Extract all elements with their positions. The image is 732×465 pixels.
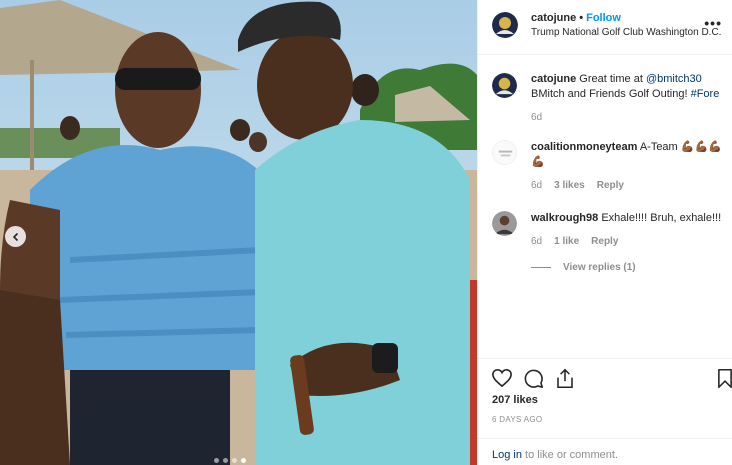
comment-username[interactable]: catojune (531, 73, 576, 85)
more-options-icon[interactable]: ••• (704, 15, 722, 31)
caption-text: catojune Great time at @bmitch30 BMitch … (531, 72, 731, 102)
avatar[interactable] (492, 12, 518, 38)
comment-time[interactable]: 6d (531, 236, 542, 247)
post-date[interactable]: 6 DAYS AGO (492, 415, 542, 424)
comment-username[interactable]: walkrough98 (531, 212, 598, 224)
carousel-prev-button[interactable] (5, 226, 26, 247)
separator-dot: • (579, 12, 584, 24)
avatar-image (492, 73, 517, 98)
comment-meta: 6d 3 likes Reply (531, 180, 624, 191)
comments-list: catojune Great time at @bmitch30 BMitch … (478, 55, 732, 358)
hashtag-link[interactable]: #Fore (691, 88, 720, 100)
like-count[interactable]: 207 likes (492, 394, 538, 406)
avatar-image (492, 12, 518, 38)
comment-icon[interactable] (523, 368, 544, 389)
mention-link[interactable]: @bmitch30 (646, 73, 702, 85)
comment-time[interactable]: 6d (531, 180, 542, 191)
avatar[interactable] (492, 211, 517, 236)
comment-time[interactable]: 6d (531, 112, 542, 123)
location-link[interactable]: Trump National Golf Club Washington D.C. (531, 27, 721, 38)
divider (531, 267, 551, 268)
post-photo (0, 0, 477, 465)
view-replies-label: View replies (1) (563, 262, 636, 273)
comment-meta: 6d 1 like Reply (531, 236, 618, 247)
carousel-dot[interactable] (214, 458, 219, 463)
reply-button[interactable]: Reply (597, 180, 624, 191)
comment-text: walkrough98 Exhale!!!! Bruh, exhale!!! (531, 211, 731, 226)
carousel-dot[interactable] (232, 458, 237, 463)
bookmark-icon[interactable] (717, 368, 732, 389)
photo-scene (0, 0, 477, 465)
login-prompt: Log in to like or comment. (478, 438, 732, 465)
comment-username[interactable]: coalitionmoneyteam (531, 141, 637, 153)
caption-line2: BMitch and Friends Golf Outing! (531, 88, 691, 100)
avatar[interactable] (492, 140, 517, 165)
follow-button[interactable]: Follow (586, 12, 621, 24)
post-actions: 207 likes 6 DAYS AGO Log in to like or c… (478, 358, 732, 465)
login-link[interactable]: Log in (492, 449, 522, 461)
carousel-dot[interactable] (223, 458, 228, 463)
login-rest: to like or comment. (521, 449, 618, 461)
header-user-line: catojune • Follow (531, 12, 621, 24)
post-header: catojune • Follow Trump National Golf Club… (478, 0, 732, 55)
header-username[interactable]: catojune (531, 12, 576, 24)
comment-text: coalitionmoneyteam A-Team 💪🏾💪🏾💪🏾💪🏾 (531, 140, 731, 170)
caption-prefix: Great time at (579, 73, 646, 85)
heart-icon[interactable] (491, 368, 513, 388)
avatar[interactable] (492, 73, 517, 98)
comment-likes[interactable]: 1 like (554, 236, 579, 247)
avatar-image (493, 141, 516, 164)
carousel-dots (214, 458, 246, 463)
chevron-left-icon (12, 232, 18, 241)
post-side-panel: catojune • Follow Trump National Golf Club… (477, 0, 732, 465)
comment-body: Exhale!!!! Bruh, exhale!!! (601, 212, 722, 224)
share-icon[interactable] (555, 368, 575, 389)
view-replies-button[interactable]: View replies (1) (531, 262, 636, 273)
comment-likes[interactable]: 3 likes (554, 180, 585, 191)
avatar-image (492, 211, 517, 236)
carousel-dot-active[interactable] (241, 458, 246, 463)
reply-button[interactable]: Reply (591, 236, 618, 247)
comment-meta: 6d (531, 112, 542, 123)
